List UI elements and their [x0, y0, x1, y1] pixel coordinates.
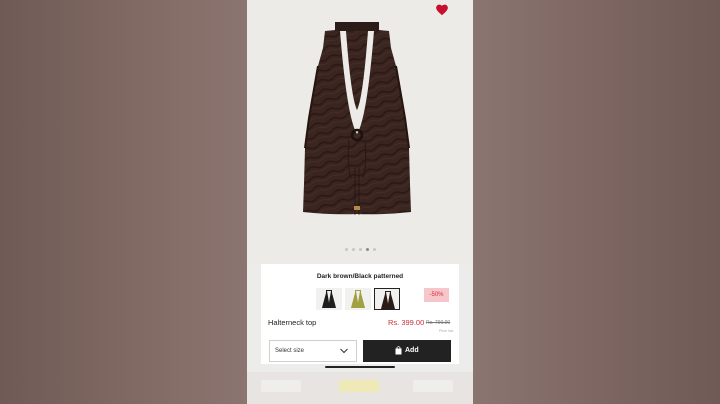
price-note: Price incl.: [439, 329, 455, 333]
product-gallery[interactable]: [247, 0, 473, 264]
original-price: Rs. 799.00: [426, 320, 451, 326]
discount-badge: -50%: [424, 288, 449, 302]
size-select-label: Select size: [275, 348, 305, 354]
blurred-item: [413, 380, 453, 392]
blurred-item: [339, 380, 379, 392]
add-button-label: Add: [405, 347, 419, 354]
size-select[interactable]: Select size: [269, 340, 357, 362]
blurred-item: [261, 380, 301, 392]
bottom-strip: [247, 372, 473, 404]
pagination-dot[interactable]: [358, 248, 362, 251]
heart-icon[interactable]: [435, 3, 449, 17]
swatch-dark-brown-selected[interactable]: [374, 288, 400, 310]
shopping-bag-icon: [395, 346, 402, 355]
sale-price: Rs. 399.00: [388, 318, 425, 327]
product-info-panel: Dark brown/Black patterned -50% Halterne…: [261, 264, 459, 364]
chevron-down-icon: [340, 348, 348, 354]
color-name: Dark brown/Black patterned: [316, 273, 404, 280]
pagination-dot[interactable]: [372, 248, 376, 251]
product-image: [303, 22, 411, 215]
swatch-olive-thumbnail: [351, 290, 365, 308]
add-to-bag-button[interactable]: Add: [363, 340, 451, 362]
phone-screen: Dark brown/Black patterned -50% Halterne…: [247, 0, 473, 404]
swatch-olive[interactable]: [345, 288, 371, 310]
image-pagination: [247, 248, 473, 251]
home-indicator[interactable]: [325, 366, 395, 368]
blurred-background-left: [0, 0, 247, 404]
swatch-black[interactable]: [316, 288, 342, 310]
swatch-dark-brown-thumbnail: [381, 291, 395, 309]
pagination-dot[interactable]: [351, 248, 355, 251]
swatch-black-thumbnail: [322, 290, 336, 308]
pagination-dot-active[interactable]: [365, 248, 369, 251]
pagination-dot[interactable]: [344, 248, 348, 251]
blurred-background-right: [473, 0, 720, 404]
product-name: Halterneck top: [268, 318, 317, 327]
